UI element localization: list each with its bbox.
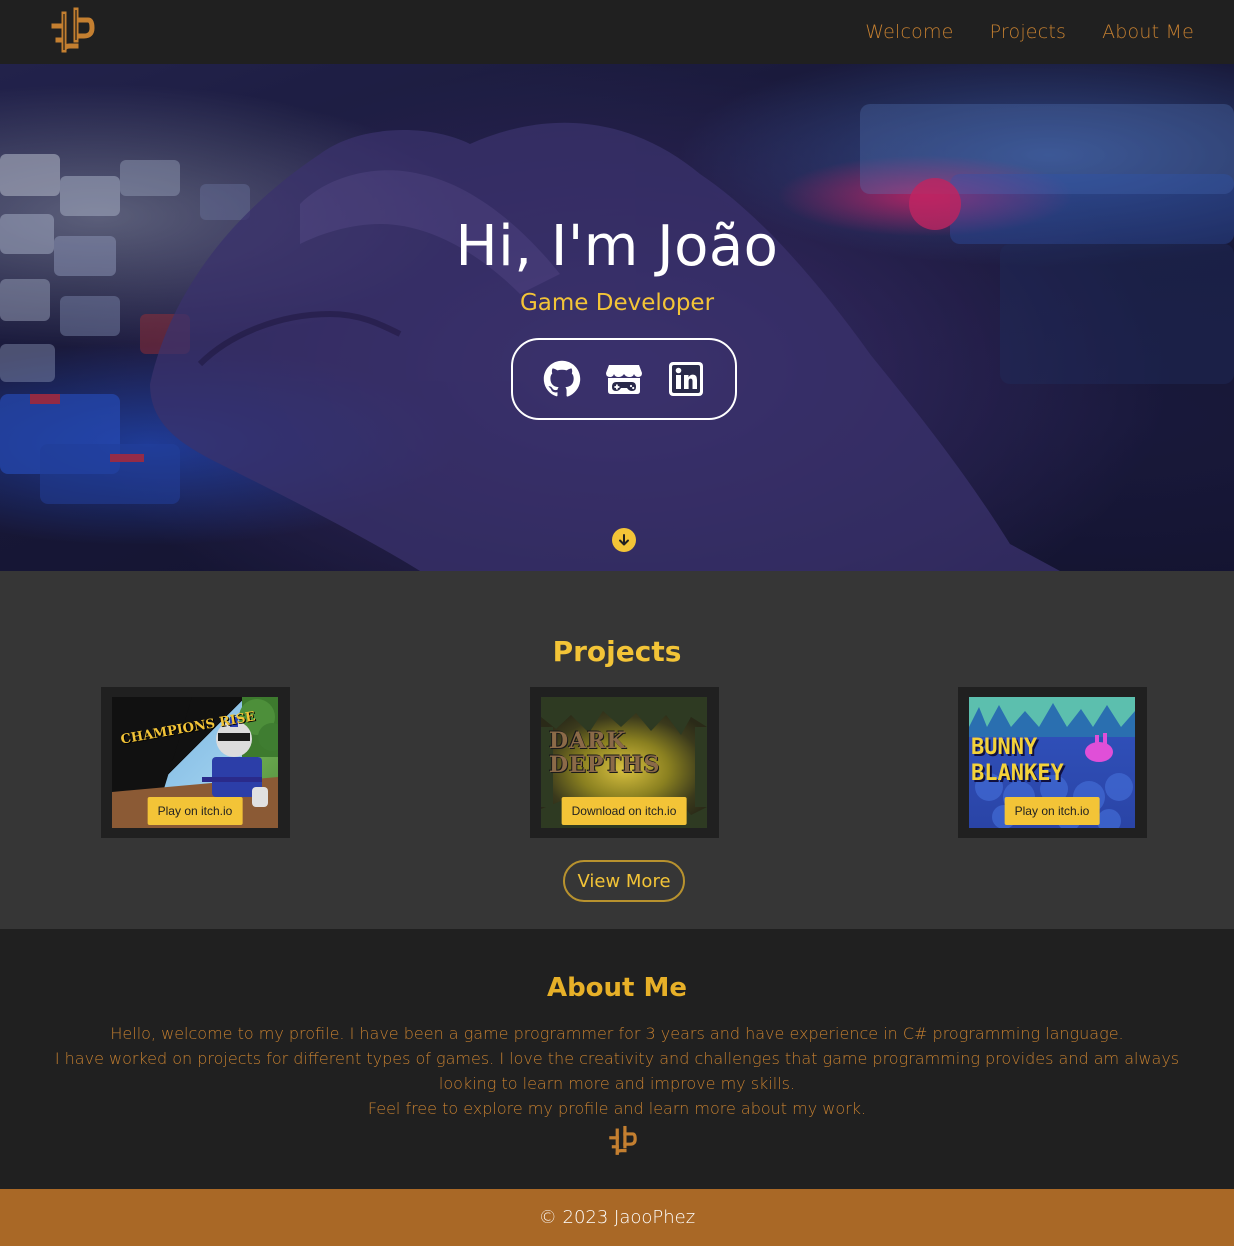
project-thumbnail: DARK DEPTHS Download on itch.io — [541, 697, 707, 828]
itchio-icon[interactable] — [604, 359, 644, 399]
about-line: Feel free to explore my profile and lear… — [367, 1099, 867, 1118]
hero-title: Hi, I'm João — [455, 214, 779, 279]
projects-section: Projects CHAMPIONS RISE Play on itch.io — [0, 571, 1234, 929]
hero-subtitle: Game Developer — [519, 290, 715, 316]
about-title: About Me — [546, 973, 688, 1003]
play-on-itchio-button[interactable]: Play on itch.io — [1004, 797, 1100, 825]
nav-link-welcome[interactable]: Welcome — [865, 21, 953, 43]
nav-link-about-me[interactable]: About Me — [1102, 21, 1194, 43]
navbar: Welcome Projects About Me — [0, 0, 1234, 64]
about-line: I have worked on projects for different … — [54, 1049, 1180, 1093]
nav-links: Welcome Projects About Me — [865, 0, 1194, 64]
projects-title: Projects — [552, 635, 682, 668]
project-card-bunny-blankey[interactable]: BUNNY BLANKEY Play on itch.io — [958, 687, 1147, 838]
footer-copyright: © 2023 JaooPhez — [538, 1207, 696, 1228]
about-line: Hello, welcome to my profile. I have bee… — [110, 1024, 1124, 1043]
project-card-dark-depths[interactable]: DARK DEPTHS Download on itch.io — [530, 687, 719, 838]
github-icon[interactable] — [542, 359, 582, 399]
thumb-title-text: DARK DEPTHS — [549, 728, 661, 778]
hero-section: Hi, I'm João Game Developer — [0, 64, 1234, 571]
hero-overlay — [0, 64, 1234, 571]
jp-logo-icon — [608, 1125, 638, 1157]
project-thumbnail: CHAMPIONS RISE Play on itch.io — [112, 697, 278, 828]
nav-link-projects[interactable]: Projects — [990, 21, 1067, 43]
download-on-itchio-button[interactable]: Download on itch.io — [561, 797, 687, 825]
thumb-title-text: BUNNY BLANKEY — [971, 735, 1064, 786]
jp-logo-icon[interactable] — [50, 6, 96, 56]
social-links — [511, 338, 737, 420]
about-section: About Me Hello, welcome to my profile. I… — [0, 929, 1234, 1189]
footer: © 2023 JaooPhez — [0, 1189, 1234, 1246]
about-text: Hello, welcome to my profile. I have bee… — [40, 1021, 1194, 1121]
play-on-itchio-button[interactable]: Play on itch.io — [147, 797, 243, 825]
project-thumbnail: BUNNY BLANKEY Play on itch.io — [969, 697, 1135, 828]
view-more-button[interactable]: View More — [563, 860, 685, 902]
linkedin-icon[interactable] — [666, 359, 706, 399]
project-card-champions-rise[interactable]: CHAMPIONS RISE Play on itch.io — [101, 687, 290, 838]
arrow-down-circle-icon[interactable] — [612, 528, 636, 552]
